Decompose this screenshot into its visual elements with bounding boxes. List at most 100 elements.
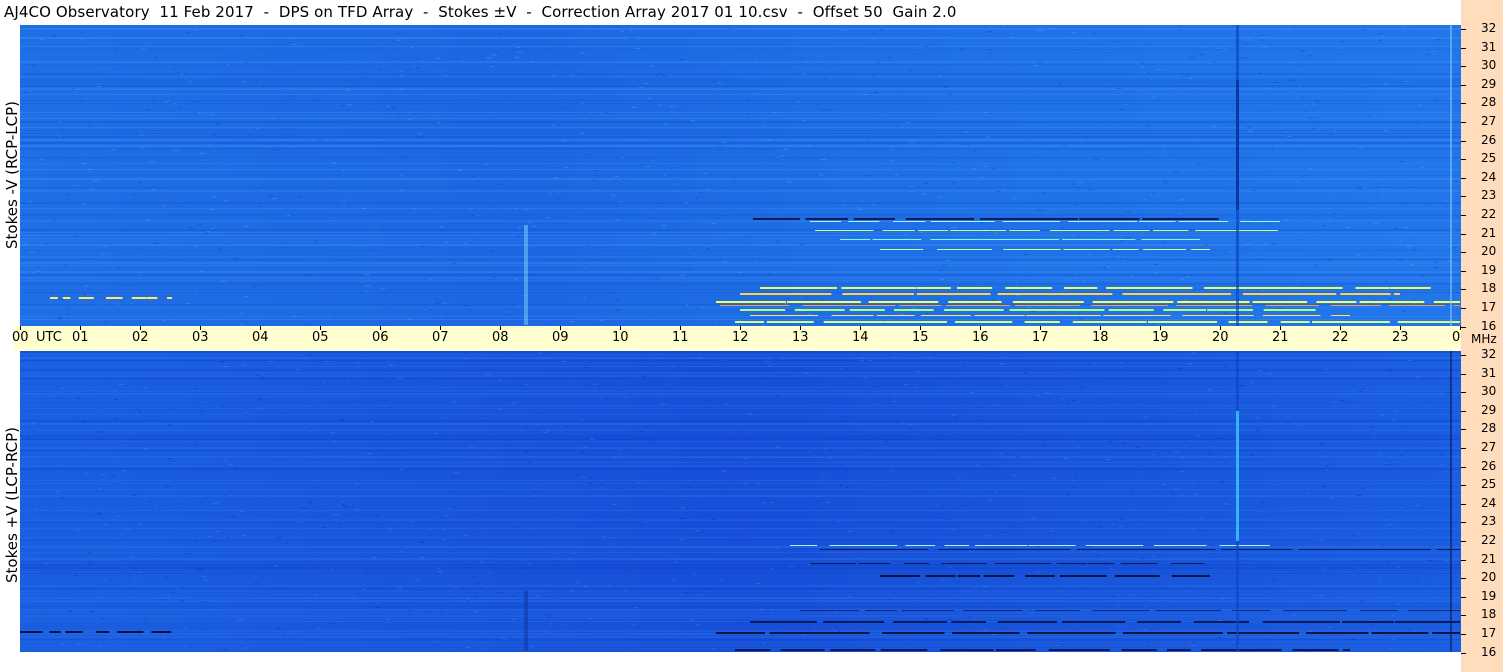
noise-speck (1203, 46, 1207, 48)
spectral-band (20, 630, 1461, 632)
noise-speck (1105, 459, 1110, 460)
noise-speck (869, 359, 873, 361)
spectral-band (20, 456, 1461, 458)
noise-speck (980, 177, 983, 179)
interference-line (916, 293, 991, 295)
noise-speck (696, 624, 699, 626)
noise-speck (667, 418, 669, 419)
noise-speck (1421, 276, 1424, 277)
noise-speck (1031, 352, 1034, 354)
noise-speck (773, 358, 779, 360)
noise-speck (875, 437, 878, 439)
noise-speck (1408, 629, 1412, 631)
noise-speck (1187, 235, 1191, 237)
noise-speck (149, 160, 154, 162)
noise-speck (317, 497, 320, 499)
noise-speck (825, 109, 829, 111)
noise-speck (308, 621, 312, 623)
noise-speck (484, 378, 488, 380)
noise-speck (1255, 140, 1257, 142)
noise-speck (106, 200, 109, 202)
noise-speck (876, 62, 880, 64)
noise-speck (557, 70, 559, 71)
time-tick-label: 16 (972, 330, 989, 345)
noise-speck (524, 451, 530, 453)
noise-speck (1349, 401, 1354, 403)
noise-speck (714, 361, 716, 363)
freq-tick-mark (1461, 159, 1466, 161)
noise-speck (1334, 130, 1337, 132)
noise-speck (994, 491, 997, 493)
noise-speck (1058, 591, 1061, 593)
noise-speck (588, 617, 594, 619)
noise-speck (1258, 73, 1262, 74)
noise-speck (121, 439, 123, 441)
noise-speck (410, 521, 413, 523)
noise-speck (783, 303, 788, 305)
noise-speck (24, 92, 28, 94)
noise-speck (981, 222, 984, 224)
freq-tick-mark (1461, 410, 1466, 412)
noise-speck (382, 400, 387, 402)
freq-tick-label: 24 (1481, 495, 1497, 510)
noise-speck (224, 199, 228, 201)
noise-speck (937, 164, 940, 166)
noise-speck (1264, 223, 1270, 225)
noise-speck (489, 572, 491, 574)
freq-tick-label: 23 (1481, 188, 1497, 203)
noise-speck (331, 568, 333, 570)
noise-speck (584, 112, 586, 114)
noise-speck (890, 160, 895, 162)
freq-tick-mark (1461, 270, 1466, 272)
noise-speck (1363, 187, 1367, 189)
noise-speck (917, 615, 919, 617)
interference-line (1072, 321, 1147, 323)
noise-speck (281, 139, 285, 141)
noise-speck (153, 242, 158, 244)
interference-line (882, 632, 945, 634)
noise-speck (128, 556, 134, 558)
noise-speck (315, 99, 319, 101)
noise-speck (1352, 413, 1356, 415)
noise-speck (469, 208, 473, 210)
noise-speck (471, 175, 477, 177)
noise-speck (105, 378, 107, 380)
noise-speck (638, 87, 643, 88)
noise-speck (276, 627, 281, 629)
noise-speck (441, 539, 445, 541)
noise-speck (684, 592, 690, 593)
noise-speck (285, 543, 290, 545)
spectral-band (20, 546, 1461, 548)
noise-speck (405, 156, 409, 158)
noise-speck (1386, 561, 1391, 563)
noise-speck (1110, 257, 1114, 259)
noise-speck (630, 30, 632, 32)
noise-speck (81, 203, 87, 205)
noise-speck (658, 73, 663, 75)
noise-speck (454, 472, 459, 474)
noise-speck (629, 38, 634, 40)
noise-speck (1128, 509, 1132, 510)
noise-speck (1239, 559, 1243, 561)
interference-line (1262, 315, 1321, 316)
freq-tick-label: 26 (1481, 458, 1497, 473)
noise-speck (952, 414, 955, 416)
noise-speck (209, 114, 213, 116)
noise-speck (470, 536, 472, 538)
noise-speck (1211, 173, 1213, 175)
noise-speck (686, 268, 690, 270)
interference-line (1108, 309, 1154, 311)
noise-speck (226, 64, 229, 65)
noise-speck (1080, 520, 1083, 522)
noise-speck (70, 74, 74, 76)
noise-speck (1392, 613, 1394, 615)
noise-speck (1088, 189, 1092, 190)
noise-speck (776, 446, 780, 448)
noise-speck (1345, 227, 1350, 228)
noise-speck (100, 253, 105, 255)
spectral-band (20, 558, 1461, 560)
interference-line (1436, 549, 1460, 550)
noise-speck (527, 497, 533, 499)
noise-speck (1351, 535, 1355, 537)
interference-line (994, 563, 1052, 564)
